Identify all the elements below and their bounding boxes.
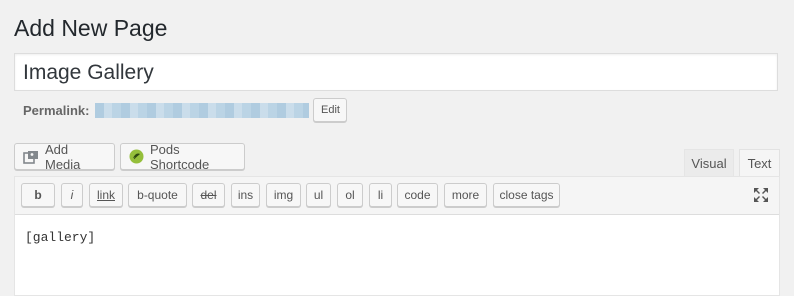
qt-ins-button[interactable]: ins xyxy=(231,183,260,207)
pods-shortcode-label: Pods Shortcode xyxy=(150,141,210,172)
permalink-url[interactable] xyxy=(95,102,310,118)
qt-more-button[interactable]: more xyxy=(444,183,487,207)
post-title-input[interactable]: Image Gallery xyxy=(14,53,778,91)
permalink-row: Permalink: Edit xyxy=(23,97,348,123)
qt-close-tags-button[interactable]: close tags xyxy=(493,183,560,207)
qt-li-button[interactable]: li xyxy=(369,183,392,207)
permalink-edit-button[interactable]: Edit xyxy=(313,98,348,122)
fullscreen-icon[interactable] xyxy=(751,185,771,205)
qt-ul-button[interactable]: ul xyxy=(306,183,331,207)
add-media-icon xyxy=(23,150,39,164)
qt-bold-button[interactable]: b xyxy=(21,183,55,207)
qt-code-button[interactable]: code xyxy=(397,183,438,207)
editor-textarea[interactable]: [gallery] xyxy=(15,215,779,260)
add-media-label: Add Media xyxy=(45,141,81,172)
qt-img-button[interactable]: img xyxy=(266,183,301,207)
qt-del-button[interactable]: del xyxy=(192,183,225,207)
qt-ol-button[interactable]: ol xyxy=(337,183,363,207)
qt-link-button[interactable]: link xyxy=(89,183,123,207)
editor-container: b i link b-quote del ins img ul ol li co… xyxy=(14,176,780,296)
qt-bquote-button[interactable]: b-quote xyxy=(128,183,187,207)
qt-italic-button[interactable]: i xyxy=(61,183,83,207)
tab-text[interactable]: Text xyxy=(739,149,780,176)
pods-shortcode-button[interactable]: Pods Shortcode xyxy=(120,141,245,172)
add-media-button[interactable]: Add Media xyxy=(14,141,115,172)
permalink-label: Permalink: xyxy=(23,102,90,118)
tab-visual[interactable]: Visual xyxy=(684,149,734,176)
pods-icon xyxy=(129,149,144,164)
page-title: Add New Page xyxy=(14,15,168,41)
quicktags-toolbar: b i link b-quote del ins img ul ol li co… xyxy=(15,177,779,215)
